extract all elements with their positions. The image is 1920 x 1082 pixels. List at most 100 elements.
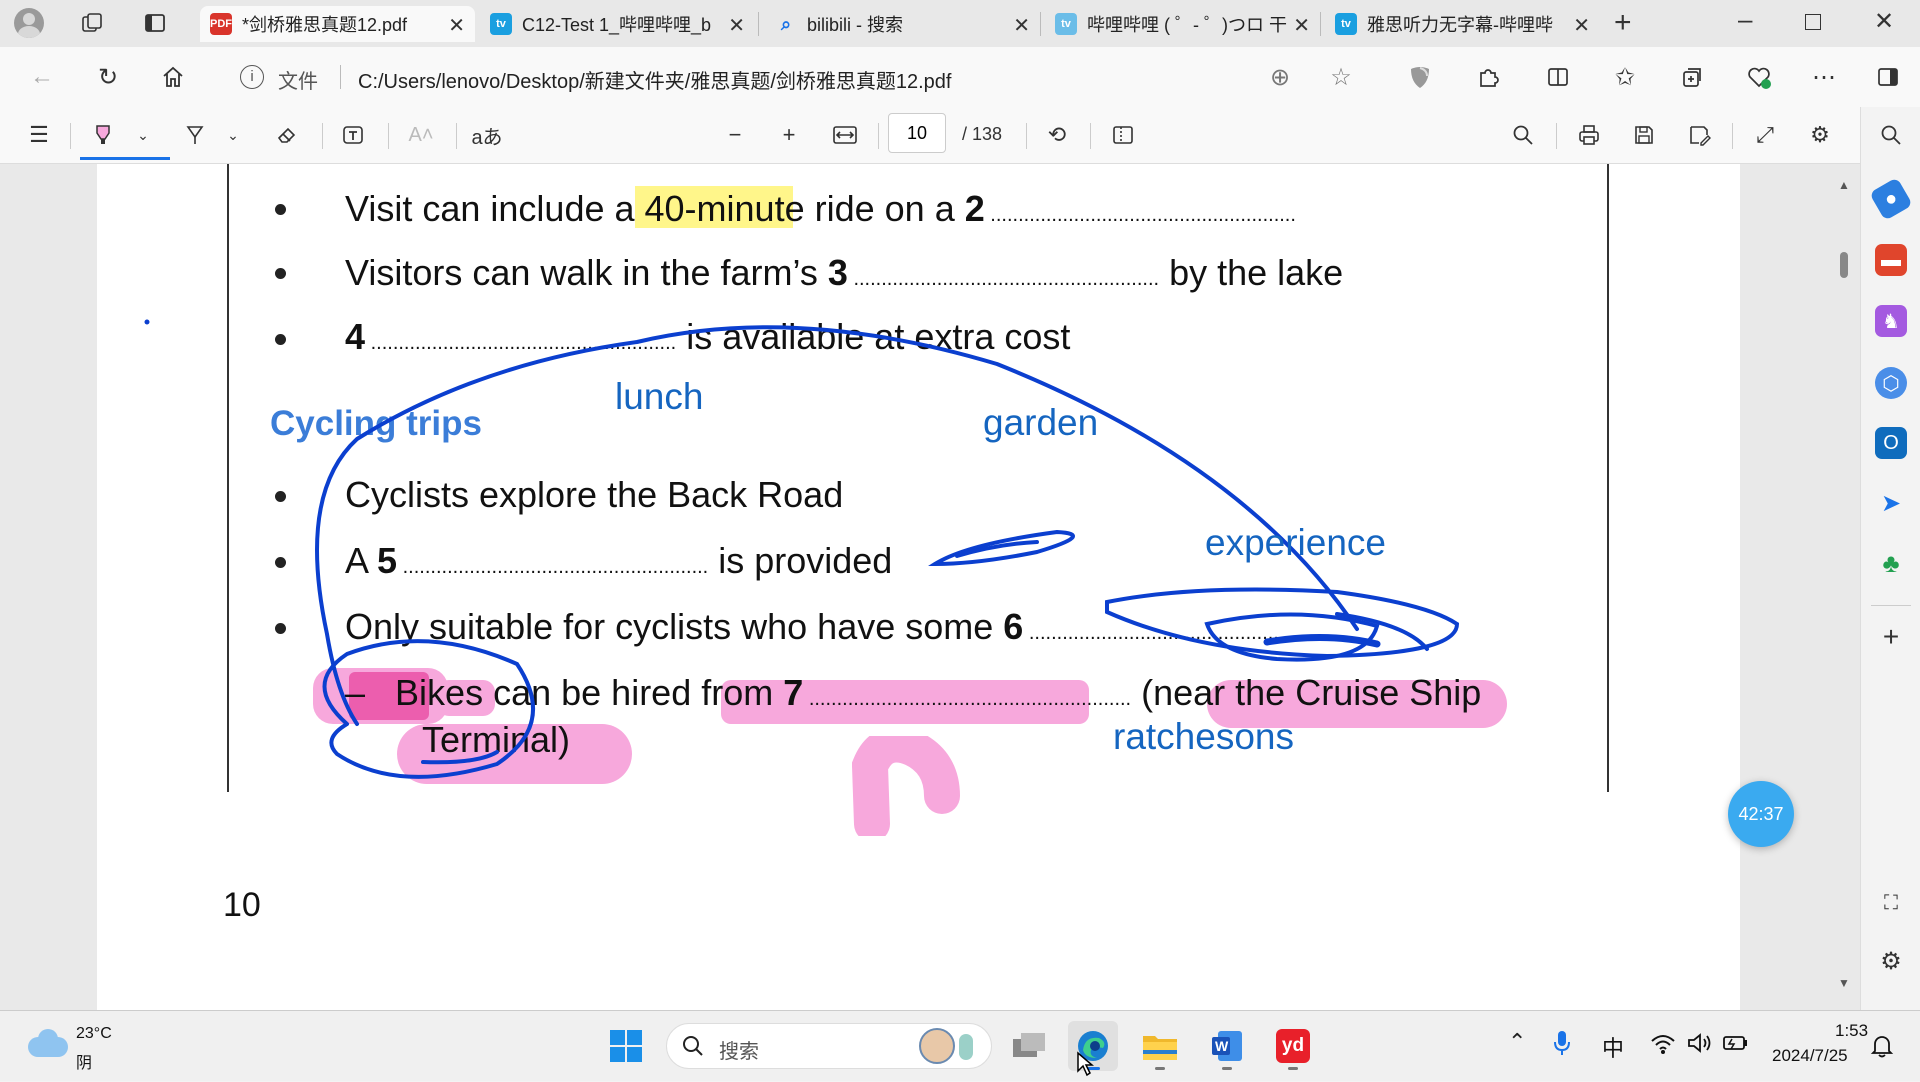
- browser-essentials-icon[interactable]: [1743, 61, 1775, 93]
- screenshot-icon[interactable]: ⛶: [1875, 887, 1907, 919]
- home-icon[interactable]: [157, 61, 189, 93]
- chevron-down-icon[interactable]: ⌄: [216, 119, 250, 151]
- dna-icon: [959, 1034, 973, 1060]
- read-aloud-button[interactable]: aあ: [470, 119, 504, 151]
- close-tab-icon[interactable]: ✕: [1013, 13, 1030, 38]
- new-tab-button[interactable]: +: [1614, 6, 1632, 40]
- clock-date[interactable]: 2024/7/25: [1772, 1046, 1848, 1066]
- info-icon[interactable]: i: [240, 65, 264, 89]
- start-button[interactable]: [601, 1021, 651, 1071]
- volume-icon[interactable]: [1686, 1031, 1712, 1060]
- sidebar-toggle-icon[interactable]: [1872, 61, 1904, 93]
- fullscreen-icon[interactable]: ⤢: [1748, 119, 1782, 151]
- page-number-input[interactable]: [888, 113, 946, 153]
- extension-shield-icon[interactable]: [1404, 61, 1436, 93]
- close-tab-icon[interactable]: ✕: [728, 13, 745, 38]
- collections-icon[interactable]: [1676, 61, 1708, 93]
- battery-icon[interactable]: [1722, 1033, 1750, 1058]
- search-highlight-icon: [919, 1028, 955, 1064]
- file-explorer-icon[interactable]: [1135, 1021, 1185, 1071]
- show-hidden-icons-chevron-up-icon[interactable]: ⌃: [1508, 1029, 1526, 1055]
- settings-gear-icon[interactable]: ⚙: [1803, 119, 1837, 151]
- timer-badge[interactable]: 42:37: [1728, 781, 1794, 847]
- sidebar-settings-icon[interactable]: ⚙: [1875, 945, 1907, 977]
- add-sidebar-app-icon[interactable]: +: [1875, 621, 1907, 653]
- scroll-down-arrow[interactable]: ▼: [1838, 976, 1850, 990]
- tab-bilibili-home[interactable]: tv 哔哩哔哩 ( ゜- ゜)つロ 干 ✕: [1045, 6, 1320, 42]
- tab-actions-icon[interactable]: [143, 11, 167, 35]
- eraser-icon[interactable]: [270, 119, 304, 151]
- scrollbar[interactable]: ▲ ▼: [1836, 164, 1852, 1010]
- taskbar-search[interactable]: 搜索: [666, 1023, 992, 1069]
- games-icon[interactable]: ♞: [1875, 305, 1907, 337]
- weather-widget[interactable]: 23°C 阴: [24, 1023, 134, 1072]
- pdf-page: Visit can include a 40-minute ride on a …: [97, 164, 1740, 1010]
- search-icon[interactable]: [1875, 119, 1907, 151]
- wifi-icon[interactable]: [1650, 1033, 1676, 1061]
- highlight-tool-icon[interactable]: [86, 119, 120, 151]
- text-size-icon: A˄: [408, 123, 434, 146]
- task-view-button[interactable]: [1004, 1021, 1054, 1071]
- ime-indicator[interactable]: 中: [1602, 1031, 1624, 1063]
- add-text-icon[interactable]: [336, 119, 370, 151]
- workspaces-icon[interactable]: [80, 11, 104, 35]
- fit-width-icon[interactable]: [828, 119, 862, 151]
- zoom-icon[interactable]: ⊕: [1264, 61, 1296, 93]
- weather-temp: 23°C: [76, 1025, 112, 1042]
- rotate-icon[interactable]: ⟲: [1040, 119, 1074, 151]
- more-options-icon[interactable]: ⋯: [1808, 61, 1840, 93]
- chevron-down-icon[interactable]: ⌄: [126, 119, 160, 151]
- notification-bell-icon[interactable]: [1870, 1033, 1894, 1064]
- copilot-icon[interactable]: ⬡: [1875, 367, 1907, 399]
- tab-bilibili-video[interactable]: tv C12-Test 1_哔哩哔哩_b ✕: [480, 6, 755, 42]
- send-icon[interactable]: ➤: [1875, 487, 1907, 519]
- minimize-button[interactable]: –: [1738, 4, 1752, 35]
- zoom-out-icon[interactable]: −: [718, 119, 752, 151]
- tab-bilibili-search[interactable]: ⌕ bilibili - 搜索 ✕: [765, 6, 1040, 42]
- pdf-toolbar: ☰ ⌄ ⌄ A˄ aあ − + / 138 ⟲ ⤢ ⚙: [0, 107, 1860, 164]
- windows-taskbar: 23°C 阴 搜索 W yd ⌃ 中 1:53 2024/7/25: [0, 1010, 1920, 1081]
- restore-button[interactable]: [1805, 14, 1821, 30]
- microphone-icon[interactable]: [1552, 1029, 1572, 1062]
- scroll-thumb[interactable]: [1840, 252, 1848, 278]
- save-as-icon[interactable]: [1682, 119, 1716, 151]
- outlook-icon[interactable]: O: [1875, 427, 1907, 459]
- clock-time[interactable]: 1:53: [1835, 1021, 1868, 1041]
- tools-briefcase-icon[interactable]: ▬: [1875, 244, 1907, 276]
- close-window-button[interactable]: ✕: [1874, 7, 1894, 36]
- save-icon[interactable]: [1627, 119, 1661, 151]
- shopping-tag-icon[interactable]: ●: [1869, 177, 1913, 221]
- bilibili-icon: tv: [1335, 13, 1357, 35]
- tab-ielts-listening[interactable]: tv 雅思听力无字幕-哔哩哔 ✕: [1325, 6, 1600, 42]
- profile-avatar[interactable]: [14, 8, 44, 38]
- split-screen-icon[interactable]: [1542, 61, 1574, 93]
- draw-tool-icon[interactable]: [178, 119, 212, 151]
- close-tab-icon[interactable]: ✕: [448, 13, 465, 38]
- extensions-puzzle-icon[interactable]: [1472, 61, 1504, 93]
- word-app-icon[interactable]: W: [1202, 1021, 1252, 1071]
- page-view-icon[interactable]: [1106, 119, 1140, 151]
- close-tab-icon[interactable]: ✕: [1573, 13, 1590, 38]
- scroll-up-arrow[interactable]: ▲: [1838, 178, 1850, 192]
- tab-pdf[interactable]: PDF *剑桥雅思真题12.pdf ✕: [200, 6, 475, 42]
- back-icon[interactable]: ←: [26, 61, 58, 93]
- youdao-app-icon[interactable]: yd: [1268, 1021, 1318, 1071]
- timer-text: 42:37: [1738, 803, 1784, 824]
- table-of-contents-icon[interactable]: ☰: [22, 119, 56, 151]
- tree-icon[interactable]: ♣: [1875, 547, 1907, 579]
- search-icon: ⌕: [780, 13, 792, 34]
- print-icon[interactable]: [1572, 119, 1606, 151]
- zoom-in-icon[interactable]: +: [772, 119, 806, 151]
- handwritten-lunch: lunch: [615, 376, 704, 417]
- favorite-star-icon[interactable]: ☆: [1325, 61, 1357, 93]
- edge-sidebar: ● ▬ ♞ ⬡ O ➤ ♣ + ⛶ ⚙: [1860, 107, 1920, 1010]
- refresh-icon[interactable]: ↻: [92, 61, 124, 93]
- bilibili-icon: tv: [490, 13, 512, 35]
- tab-label: bilibili - 搜索: [807, 15, 904, 35]
- close-tab-icon[interactable]: ✕: [1293, 13, 1310, 38]
- favorites-icon[interactable]: ✩: [1609, 61, 1641, 93]
- tab-label: 雅思听力无字幕-哔哩哔: [1367, 15, 1553, 35]
- address-field[interactable]: i 文件 C:/Users/lenovo/Desktop/新建文件夹/雅思真题/…: [230, 55, 1250, 99]
- pdf-viewer[interactable]: Visit can include a 40-minute ride on a …: [0, 164, 1860, 1010]
- search-icon[interactable]: [1506, 119, 1540, 151]
